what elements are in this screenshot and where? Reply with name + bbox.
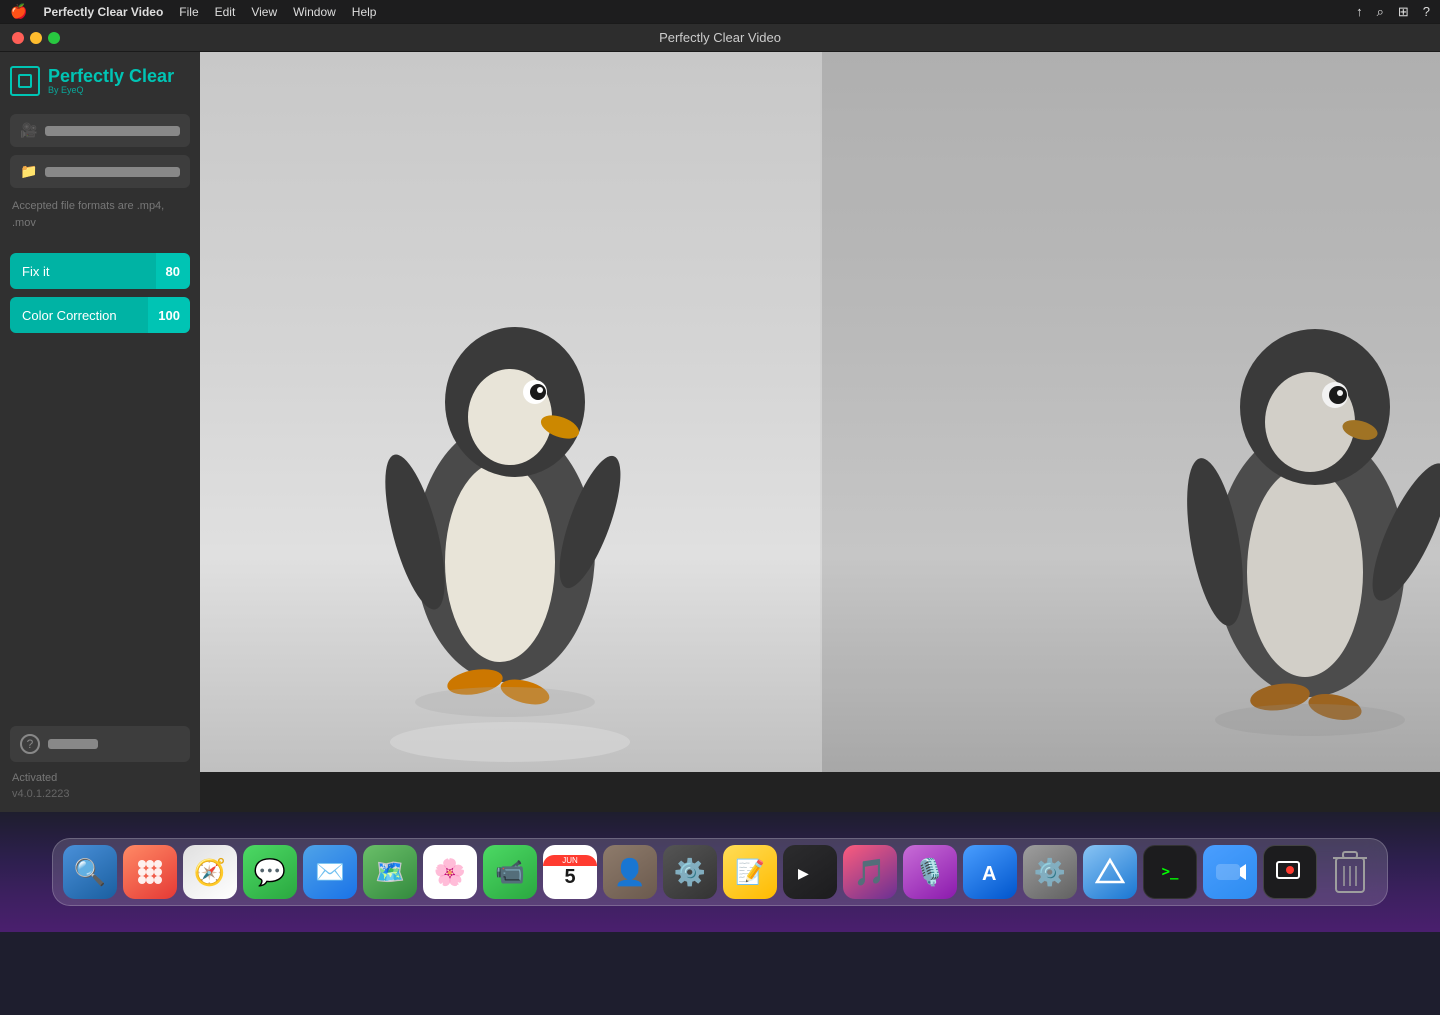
close-button[interactable] (12, 32, 24, 44)
split-divider (820, 52, 822, 772)
activation-status: Activated (10, 770, 190, 786)
title-bar: Perfectly Clear Video (0, 24, 1440, 52)
version-text: v4.0.1.2223 (10, 786, 190, 802)
dock-item-photos[interactable]: 🌸 (423, 845, 477, 899)
color-correction-button[interactable]: Color Correction 100 (10, 297, 190, 333)
penguin-bg-left (200, 52, 820, 772)
video-area (200, 52, 1440, 772)
input-label-blurred (45, 126, 180, 136)
dock-item-terminal[interactable]: >_ (1143, 845, 1197, 899)
video-right (820, 52, 1440, 772)
logo-area: Perfectly Clear By EyeQ (10, 62, 190, 100)
apple-menu-icon[interactable]: 🍎 (10, 3, 27, 20)
dock-item-music[interactable]: 🎵 (843, 845, 897, 899)
menu-search-icon[interactable]: ⌕ (1377, 4, 1384, 20)
penguin-right-svg (1160, 232, 1440, 772)
dock-item-trash[interactable] (1323, 845, 1377, 899)
video-split (200, 52, 1440, 772)
app-menu-name[interactable]: Perfectly Clear Video (43, 5, 163, 19)
launchpad-icon (134, 856, 166, 888)
video-bottom-bar (200, 772, 1440, 812)
dock-item-safari[interactable]: 🧭 (183, 845, 237, 899)
output-label-blurred (45, 167, 180, 177)
app-window: Perfectly Clear By EyeQ 🎥 📁 Accepted fil… (0, 52, 1440, 812)
menu-airdrop-icon[interactable]: ↑ (1356, 4, 1363, 20)
menu-help-icon[interactable]: ? (1423, 4, 1430, 20)
dock-item-finder[interactable]: 🔍 (63, 845, 117, 899)
dock-item-podcasts[interactable]: 🎙️ (903, 845, 957, 899)
bottom-blurred-label (48, 739, 98, 749)
folder-icon: 📁 (20, 163, 37, 180)
logo-text: Perfectly Clear (48, 67, 174, 85)
penguin-left-svg (350, 192, 670, 772)
dock-item-maps[interactable]: 🗺️ (363, 845, 417, 899)
dock-item-mail[interactable]: ✉️ (303, 845, 357, 899)
menu-bar: 🍎 Perfectly Clear Video File Edit View W… (0, 0, 1440, 24)
menu-view[interactable]: View (251, 5, 277, 19)
logo-icon (10, 66, 40, 96)
dock-area: 🔍 🧭 💬 ✉️ (0, 812, 1440, 932)
fix-it-value: 80 (156, 253, 190, 289)
video-left (200, 52, 820, 772)
minimize-button[interactable] (30, 32, 42, 44)
dock: 🔍 🧭 💬 ✉️ (52, 838, 1388, 906)
dock-item-screenrecorder[interactable] (1263, 845, 1317, 899)
color-correction-value: 100 (148, 297, 190, 333)
svg-text:▶: ▶ (798, 865, 809, 881)
fix-it-button[interactable]: Fix it 80 (10, 253, 190, 289)
logo-subtext: By EyeQ (48, 85, 174, 95)
dock-item-contacts[interactable]: 👤 (603, 845, 657, 899)
dock-item-appstore[interactable]: A (963, 845, 1017, 899)
file-format-text: Accepted file formats are .mp4, .mov (10, 196, 190, 233)
dock-item-appletv[interactable]: ▶ (783, 845, 837, 899)
fix-it-section: Fix it 80 Color Correction 100 (10, 253, 190, 341)
output-folder-button[interactable]: 📁 (10, 155, 190, 188)
penguin-bg-right (820, 52, 1440, 772)
screenrecorder-icon (1274, 856, 1306, 888)
maximize-button[interactable] (48, 32, 60, 44)
menu-file[interactable]: File (179, 5, 198, 19)
question-mark: ? (27, 737, 34, 751)
appletv-icon: ▶ (794, 862, 826, 882)
dock-item-notes[interactable]: 📝 (723, 845, 777, 899)
fix-it-label: Fix it (10, 253, 156, 289)
dock-item-zoom[interactable] (1203, 845, 1257, 899)
trash-icon (1330, 848, 1370, 896)
zoom-icon (1214, 856, 1246, 888)
menu-edit[interactable]: Edit (215, 5, 236, 19)
menu-controlcenter-icon[interactable]: ⊞ (1398, 4, 1409, 20)
menu-window[interactable]: Window (293, 5, 336, 19)
logo-text-block: Perfectly Clear By EyeQ (48, 67, 174, 95)
input-video-button[interactable]: 🎥 (10, 114, 190, 147)
window-title: Perfectly Clear Video (659, 30, 781, 45)
bottom-bar: ? (10, 726, 190, 762)
altimeter-icon (1095, 857, 1125, 887)
dock-item-altimeter[interactable] (1083, 845, 1137, 899)
dock-item-calendar[interactable]: JUN 5 (543, 845, 597, 899)
logo-icon-inner (18, 74, 32, 88)
menu-help[interactable]: Help (352, 5, 377, 19)
camera-icon: 🎥 (20, 122, 37, 139)
sidebar: Perfectly Clear By EyeQ 🎥 📁 Accepted fil… (0, 52, 200, 812)
traffic-lights (12, 32, 60, 44)
dock-item-controlcenter[interactable]: ⚙️ (663, 845, 717, 899)
dock-item-messages[interactable]: 💬 (243, 845, 297, 899)
appstore-icon: A (974, 856, 1006, 888)
main-content (200, 52, 1440, 812)
dock-item-sysprefs[interactable]: ⚙️ (1023, 845, 1077, 899)
svg-text:A: A (982, 863, 996, 885)
dock-item-launchpad[interactable] (123, 845, 177, 899)
color-correction-label: Color Correction (10, 297, 148, 333)
help-circle-icon[interactable]: ? (20, 734, 40, 754)
dock-item-facetime[interactable]: 📹 (483, 845, 537, 899)
